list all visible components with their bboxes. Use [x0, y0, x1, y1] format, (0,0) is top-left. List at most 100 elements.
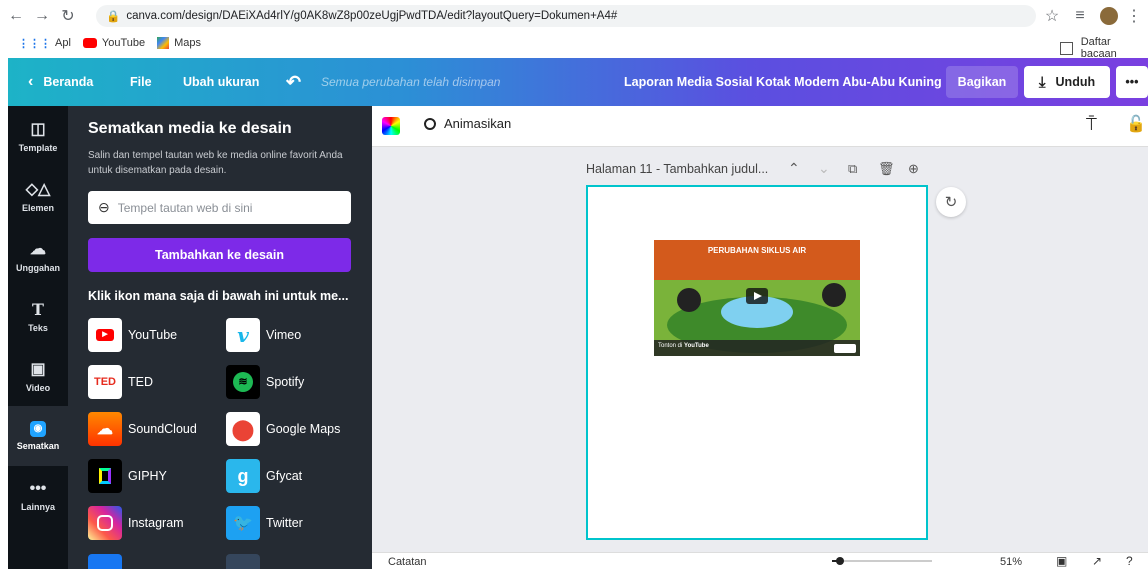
rail-label: Unggahan — [16, 263, 60, 273]
kebab-menu-icon[interactable]: ⋮ — [1124, 6, 1144, 26]
service-label: YouTube — [128, 328, 178, 342]
rail-item-uploads[interactable]: ☁ Unggahan — [8, 226, 68, 286]
icons-heading: Klik ikon mana saja di bawah ini untuk m… — [88, 289, 349, 303]
service-google-maps[interactable]: ⬤ Google Maps — [226, 411, 356, 447]
ted-icon: TED — [88, 365, 122, 399]
paint-roller-icon[interactable]: ⍑ — [1086, 114, 1097, 135]
design-title[interactable]: Laporan Media Sosial Kotak Modern Abu-Ab… — [624, 58, 942, 106]
rail-item-embed[interactable]: ◉ Sematkan — [8, 406, 68, 466]
design-page[interactable] — [586, 185, 928, 540]
service-label: Google Maps — [266, 422, 341, 436]
template-icon: ◫ — [30, 121, 46, 138]
add-to-design-button[interactable]: Tambahkan ke desain — [88, 238, 351, 272]
help-icon[interactable]: ? — [1126, 554, 1133, 568]
home-button[interactable]: ‹ Beranda — [28, 58, 93, 106]
more-options-button[interactable]: ••• — [1116, 66, 1148, 98]
chevron-up-icon[interactable]: ⌃ — [788, 160, 800, 177]
service-gfycat[interactable]: ɡ Gfycat — [226, 458, 356, 494]
bookmark-label: YouTube — [101, 37, 146, 49]
rail-item-more[interactable]: ••• Lainnya — [8, 466, 68, 526]
panel-description: Salin dan tempel tautan web ke media onl… — [88, 150, 343, 176]
reading-list-label: Daftar bacaan — [1080, 36, 1117, 60]
notes-button[interactable]: Catatan — [388, 556, 427, 568]
video-thumbnail — [654, 240, 860, 356]
reading-mode-icon[interactable]: ≡ — [1070, 6, 1090, 26]
elements-icon: ◇△ — [25, 181, 51, 198]
facebook-icon[interactable] — [88, 554, 122, 569]
youtube-icon — [82, 38, 97, 48]
embed-panel: Sematkan media ke desain Salin dan tempe… — [68, 106, 372, 569]
fullscreen-icon[interactable]: ↗ — [1092, 554, 1102, 568]
instagram-icon — [88, 506, 122, 540]
bookmark-maps[interactable]: Maps — [157, 37, 201, 49]
reload-icon[interactable]: ↻ — [58, 6, 78, 26]
forward-arrow-icon[interactable]: → — [32, 6, 52, 26]
service-twitter[interactable]: 🐦 Twitter — [226, 505, 356, 541]
maps-icon — [157, 37, 170, 49]
service-ted[interactable]: TED TED — [88, 364, 218, 400]
home-label: Beranda — [43, 75, 94, 89]
service-vimeo[interactable]: v Vimeo — [226, 317, 356, 353]
bottom-bar: Catatan 51% ▣ ↗ ? — [372, 552, 1148, 570]
service-spotify[interactable]: ≋ Spotify — [226, 364, 356, 400]
service-soundcloud[interactable]: ☁ SoundCloud — [88, 411, 218, 447]
share-button[interactable]: Bagikan — [946, 66, 1018, 98]
soundcloud-icon: ☁ — [88, 412, 122, 446]
chevron-left-icon: ‹ — [28, 73, 34, 90]
service-giphy[interactable]: GIPHY — [88, 458, 218, 494]
zoom-slider[interactable] — [832, 557, 932, 565]
star-icon[interactable]: ☆ — [1042, 6, 1062, 26]
embedded-video[interactable]: PERUBAHAN SIKLUS AIR Tonton di YouTube — [654, 240, 860, 356]
chevron-down-icon[interactable]: ⌄ — [818, 160, 830, 177]
service-instagram[interactable]: Instagram — [88, 505, 218, 541]
rail-item-elements[interactable]: ◇△ Elemen — [8, 166, 68, 226]
lock-icon[interactable]: 🔓 — [1126, 114, 1146, 134]
save-status: Semua perubahan telah disimpan — [321, 75, 501, 89]
delete-page-icon[interactable]: 🗑 — [878, 161, 895, 177]
rail-item-video[interactable]: ▣ Video — [8, 346, 68, 406]
service-label: Instagram — [128, 516, 184, 530]
bookmark-youtube[interactable]: YouTube — [82, 37, 146, 49]
more-icon: ••• — [29, 480, 47, 497]
rail-item-text[interactable]: T Teks — [8, 286, 68, 346]
back-arrow-icon[interactable]: ← — [6, 6, 26, 26]
zoom-slider-thumb[interactable] — [836, 557, 844, 565]
color-picker-icon[interactable] — [382, 117, 400, 135]
map-pin-icon: ⬤ — [226, 412, 260, 446]
link-input[interactable]: ⊖ Tempel tautan web di sini — [88, 191, 351, 224]
bookmark-apps[interactable]: ⋮⋮⋮ Apl — [18, 37, 71, 50]
video-icon: ▣ — [30, 361, 46, 378]
add-page-icon[interactable]: ⊕ — [908, 161, 919, 177]
rail-label: Sematkan — [16, 441, 60, 451]
panel-title: Sematkan media ke desain — [88, 120, 292, 137]
reading-list[interactable]: Daftar bacaan — [1060, 36, 1148, 60]
bookmarks-bar: ⋮⋮⋮ Apl YouTube Maps Daftar bacaan — [0, 32, 1148, 60]
file-menu[interactable]: File — [130, 58, 152, 106]
link-placeholder: Tempel tautan web di sini — [117, 200, 253, 215]
rail-item-template[interactable]: ◫ Template — [8, 106, 68, 166]
gfycat-icon: ɡ — [226, 459, 260, 493]
refresh-icon[interactable]: ↻ — [936, 187, 966, 217]
undo-icon[interactable]: ↶ — [286, 58, 301, 106]
side-rail: ◫ Template ◇△ Elemen ☁ Unggahan T Teks ▣… — [8, 106, 68, 569]
duplicate-page-icon[interactable]: ⧉ — [848, 161, 857, 177]
animate-button[interactable]: Animasikan — [424, 116, 511, 131]
embed-icon: ◉ — [30, 421, 46, 437]
service-label: Spotify — [266, 375, 305, 389]
bookmark-label: Maps — [174, 37, 202, 49]
avatar[interactable] — [1100, 7, 1118, 25]
rail-label: Video — [25, 383, 51, 393]
rail-label: Elemen — [21, 203, 54, 213]
page-title[interactable]: Halaman 11 - Tambahkan judul... — [586, 162, 768, 176]
resize-button[interactable]: Ubah ukuran — [183, 58, 259, 106]
grid-view-icon[interactable]: ▣ — [1056, 554, 1067, 568]
service-youtube[interactable]: ▶ YouTube — [88, 317, 218, 353]
service-label: TED — [128, 375, 153, 389]
tumblr-icon[interactable] — [226, 554, 260, 569]
url-text: canva.com/design/DAEiXAd4rlY/g0AK8wZ8p00… — [126, 10, 618, 22]
file-label: File — [130, 75, 152, 89]
zoom-level[interactable]: 51% — [1000, 556, 1022, 568]
download-button[interactable]: ⤓ Unduh — [1024, 66, 1110, 98]
address-bar[interactable]: 🔒 canva.com/design/DAEiXAd4rlY/g0AK8wZ8p… — [96, 5, 1036, 27]
bookmark-label: Apl — [55, 37, 71, 49]
